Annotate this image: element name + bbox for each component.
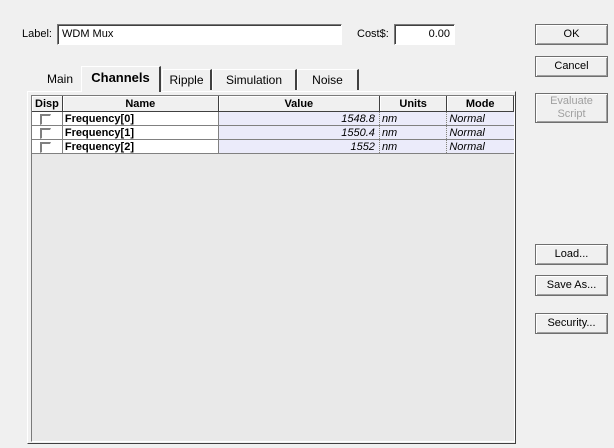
tab-noise[interactable]: Noise [297,69,359,90]
mode-cell[interactable]: Normal [446,139,514,154]
cost-caption: Cost$: [357,28,389,40]
name-cell[interactable]: Frequency[1] [62,125,219,140]
column-header-units[interactable]: Units [379,96,448,112]
units-cell[interactable]: nm [379,111,448,126]
disp-checkbox[interactable] [40,141,51,153]
channels-grid: Disp Name Value Units Mode Frequency[0] … [31,95,515,442]
evaluate-script-label-line1: Evaluate [550,95,593,107]
tab-simulation[interactable]: Simulation [212,69,297,90]
column-header-mode[interactable]: Mode [446,96,514,112]
table-row: Frequency[0] 1548.8 nm Normal [32,111,514,126]
cancel-button[interactable]: Cancel [535,56,608,77]
channels-table: Disp Name Value Units Mode Frequency[0] … [32,96,514,154]
tab-main[interactable]: Main [37,69,83,90]
units-cell[interactable]: nm [379,125,448,140]
value-cell[interactable]: 1552 [218,139,380,154]
evaluate-script-button[interactable]: Evaluate Script [535,93,608,123]
mode-cell[interactable]: Normal [446,125,514,140]
value-cell[interactable]: 1550.4 [218,125,380,140]
column-header-value[interactable]: Value [218,96,380,112]
cost-input[interactable]: 0.00 [394,24,455,45]
save-as-button[interactable]: Save As... [535,275,608,296]
column-header-name[interactable]: Name [62,96,219,112]
label-caption: Label: [22,28,52,40]
security-button[interactable]: Security... [535,313,608,334]
disp-checkbox-cell [32,111,63,126]
name-cell[interactable]: Frequency[0] [62,111,219,126]
mode-cell[interactable]: Normal [446,111,514,126]
table-row: Frequency[1] 1550.4 nm Normal [32,125,514,140]
disp-checkbox-cell [32,125,63,140]
disp-checkbox-cell [32,139,63,154]
table-header-row: Disp Name Value Units Mode [32,96,514,112]
tab-channels[interactable]: Channels [81,66,161,92]
value-cell[interactable]: 1548.8 [218,111,380,126]
table-row: Frequency[2] 1552 nm Normal [32,139,514,154]
disp-checkbox[interactable] [40,113,51,125]
label-input[interactable]: WDM Mux [57,24,342,45]
load-button[interactable]: Load... [535,244,608,265]
tab-ripple[interactable]: Ripple [162,69,212,90]
ok-button[interactable]: OK [535,24,608,45]
units-cell[interactable]: nm [379,139,448,154]
name-cell[interactable]: Frequency[2] [62,139,219,154]
column-header-disp[interactable]: Disp [32,96,63,112]
evaluate-script-label-line2: Script [557,108,586,120]
disp-checkbox[interactable] [40,127,51,139]
